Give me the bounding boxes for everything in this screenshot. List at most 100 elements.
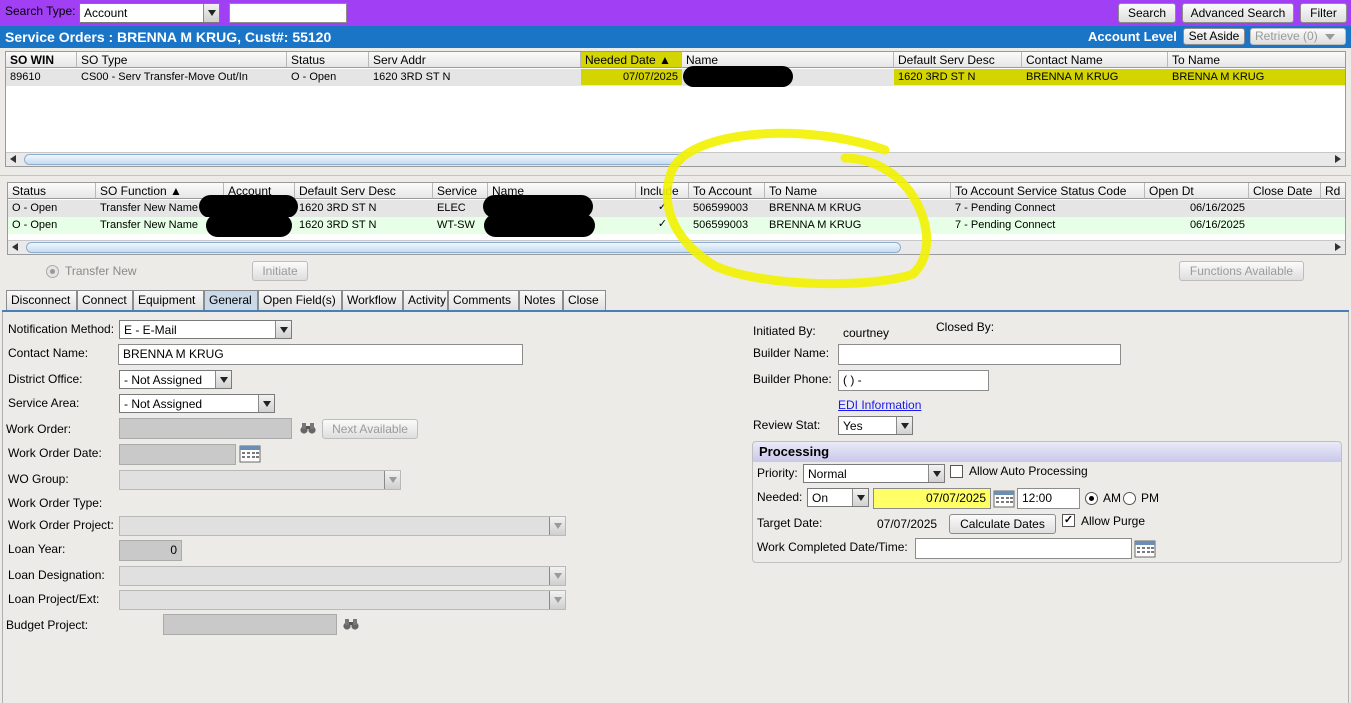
transfer-new-radio[interactable] [46,265,59,278]
serv-addr-cell: 1620 3RD ST N [373,71,451,83]
needed-date-field[interactable]: 07/07/2025 [873,488,991,509]
redaction [683,66,793,87]
tab-notes[interactable]: Notes [519,290,563,310]
scroll-right-icon[interactable] [1335,243,1341,251]
loan-designation-label: Loan Designation: [8,568,105,582]
needed-mode-value: On [812,491,829,505]
column-header[interactable]: Serv Addr [369,52,581,68]
tab-connect[interactable]: Connect [77,290,133,310]
work-completed-field[interactable] [915,538,1132,559]
search-type-select[interactable]: Account [79,3,220,23]
needed-time-field[interactable]: 12:00 [1017,488,1080,509]
highlight-annotation [662,128,932,289]
needed-mode-select[interactable]: On [807,488,869,507]
tab-general[interactable]: General [204,290,258,310]
account-level-label: Account Level [1088,29,1177,44]
default-serv-desc-cell: 1620 3RD ST N [894,69,1022,85]
column-header[interactable]: Needed Date ▲ [581,52,682,68]
chevron-down-icon [852,489,868,506]
binoculars-icon[interactable] [343,617,359,631]
work-order-label: Work Order: [6,422,72,436]
filter-button[interactable]: Filter [1300,3,1347,23]
service-area-select[interactable]: - Not Assigned [119,394,275,413]
open-dt-cell: 06/16/2025 [1189,219,1245,231]
column-header[interactable]: SO WIN [6,52,77,68]
column-header[interactable]: Close Date [1249,183,1321,199]
search-input[interactable] [229,3,347,23]
column-header[interactable]: Contact Name [1022,52,1168,68]
builder-name-field[interactable] [838,344,1121,365]
to-name-cell: BRENNA M KRUG [1168,69,1345,85]
tab-close[interactable]: Close [563,290,606,310]
needed-date-cell: 07/07/2025 [581,69,682,85]
column-header[interactable]: To Account Service Status Code [951,183,1145,199]
column-header[interactable]: Status [8,183,96,199]
loan-project-select[interactable] [119,590,566,610]
tab-equipment[interactable]: Equipment [133,290,204,310]
column-header[interactable]: Service [433,183,488,199]
initiated-by-label: Initiated By: [753,324,816,338]
review-stat-value: Yes [843,419,863,433]
search-button[interactable]: Search [1118,3,1176,23]
column-header[interactable]: SO Type [77,52,287,68]
contact-name-field[interactable]: BRENNA M KRUG [118,344,523,365]
district-office-label: District Office: [8,372,83,386]
priority-select[interactable]: Normal [803,464,945,483]
table-row[interactable]: 89610 CS00 - Serv Transfer-Move Out/In O… [6,66,1345,87]
calendar-icon[interactable] [993,490,1015,508]
work-order-date-label: Work Order Date: [8,446,102,460]
pm-radio[interactable] [1123,492,1136,505]
advanced-search-button[interactable]: Advanced Search [1182,3,1294,23]
tab-activity[interactable]: Activity [403,290,448,310]
calculate-dates-button[interactable]: Calculate Dates [949,514,1056,534]
tab-workflow[interactable]: Workflow [342,290,403,310]
scroll-thumb[interactable] [24,154,684,165]
pm-label: PM [1141,491,1159,505]
processing-header: Processing [753,442,1341,462]
service-area-label: Service Area: [8,396,80,410]
notification-method-select[interactable]: E - E-Mail [119,320,292,339]
tab-open-fields[interactable]: Open Field(s) [258,290,342,310]
functions-available-button[interactable]: Functions Available [1179,261,1304,281]
loan-designation-select[interactable] [119,566,566,586]
column-header[interactable]: Default Serv Desc [295,183,433,199]
initiate-button[interactable]: Initiate [252,261,308,281]
work-order-date-field[interactable] [119,444,236,465]
tab-disconnect[interactable]: Disconnect [6,290,77,310]
loan-year-field[interactable]: 0 [119,540,182,561]
scroll-left-icon[interactable] [12,243,18,251]
redaction [206,214,292,237]
target-date-value: 07/07/2025 [877,517,938,531]
chevron-down-icon [549,517,565,535]
scroll-left-icon[interactable] [10,155,16,163]
column-header[interactable]: Rd [1321,183,1345,199]
tab-comments[interactable]: Comments [448,290,519,310]
retrieve-button[interactable]: Retrieve (0) [1250,28,1346,45]
status-cell: O - Open [12,202,58,214]
wo-group-select[interactable] [119,470,401,490]
allow-purge-checkbox[interactable]: ✓ [1062,514,1075,527]
title-bar: Service Orders : BRENNA M KRUG, Cust#: 5… [0,26,1351,48]
set-aside-button[interactable]: Set Aside [1183,28,1245,45]
notification-method-value: E - E-Mail [124,323,177,337]
calendar-icon[interactable] [239,445,261,463]
column-header[interactable]: Default Serv Desc [894,52,1022,68]
calendar-icon[interactable] [1134,540,1156,558]
chevron-down-icon[interactable] [203,4,219,22]
column-header[interactable]: To Name [1168,52,1345,68]
allow-auto-processing-checkbox[interactable] [950,465,963,478]
binoculars-icon[interactable] [300,421,316,435]
column-header[interactable]: Status [287,52,369,68]
am-radio[interactable] [1085,492,1098,505]
builder-phone-field[interactable]: ( ) - [838,370,989,391]
column-header[interactable]: Open Dt [1145,183,1249,199]
search-toolbar: Search Type: Account Search Advanced Sea… [0,0,1351,26]
review-stat-select[interactable]: Yes [838,416,913,435]
work-order-project-select[interactable] [119,516,566,536]
budget-project-field[interactable] [163,614,337,635]
district-office-select[interactable]: - Not Assigned [119,370,232,389]
edi-information-link[interactable]: EDI Information [838,398,921,412]
work-order-field[interactable] [119,418,292,439]
next-available-button[interactable]: Next Available [322,419,418,439]
scroll-right-icon[interactable] [1335,155,1341,163]
